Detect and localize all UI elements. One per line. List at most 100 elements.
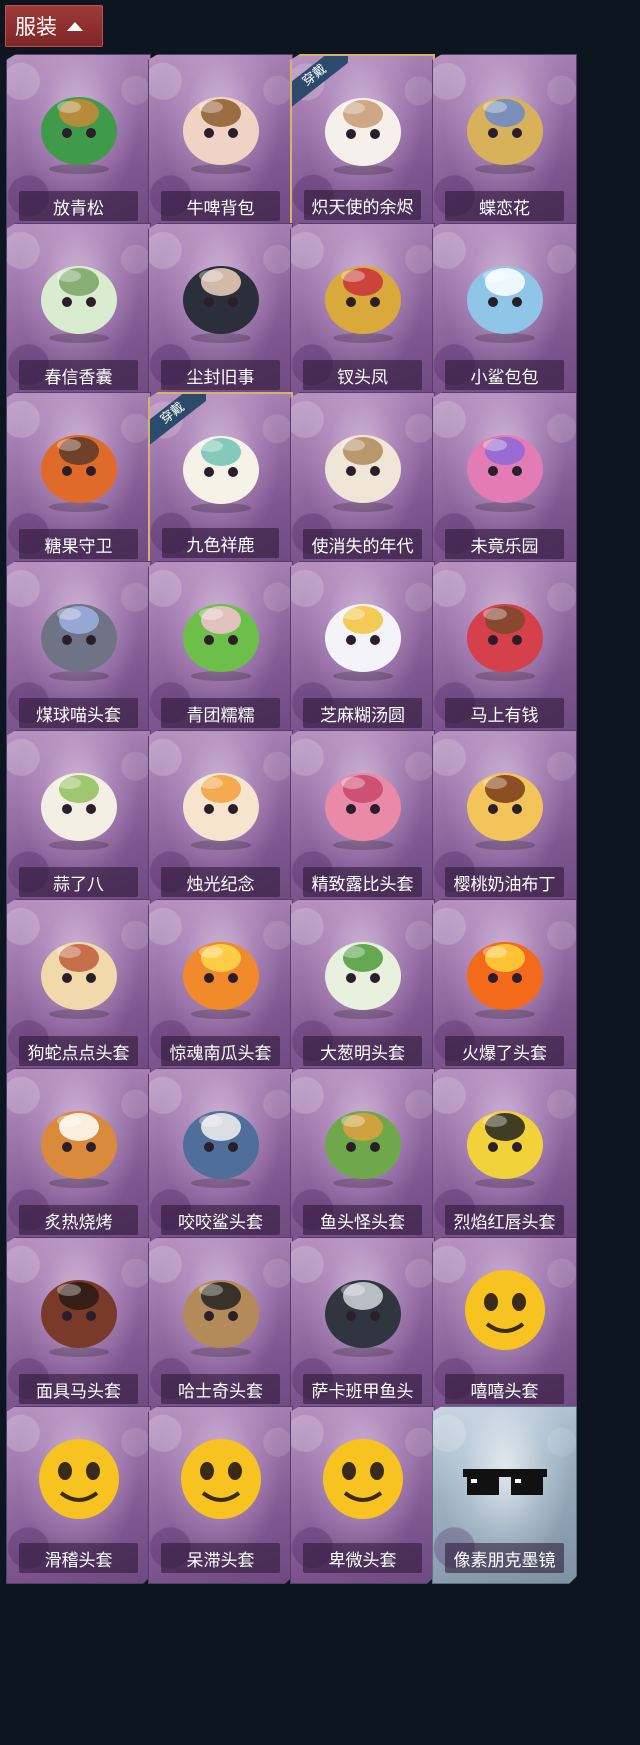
item-card[interactable]: 九色祥鹿 穿戴 — [148, 392, 293, 570]
item-card[interactable]: 未竟乐园 — [432, 392, 577, 570]
item-name: 像素朋克墨镜 — [453, 1550, 556, 1571]
cow-beer-mug-icon — [171, 69, 271, 179]
pudding-head-icon — [455, 745, 555, 855]
phoenix-crown-doll-icon — [313, 238, 413, 348]
horse-mask-icon — [29, 1252, 129, 1362]
item-card[interactable]: 炙热烧烤 — [6, 1068, 151, 1246]
dazed-emoji-head-icon — [171, 1421, 271, 1531]
item-card[interactable]: 咬咬鲨头套 — [148, 1068, 293, 1246]
item-name: 呆滞头套 — [186, 1550, 255, 1571]
item-card[interactable]: 卑微头套 — [290, 1406, 435, 1584]
item-name: 青团糯糯 — [186, 705, 255, 726]
item-card[interactable]: 尘封旧事 — [148, 223, 293, 401]
item-card[interactable]: 春信香囊 — [6, 223, 151, 401]
item-card[interactable]: 蒜了八 — [6, 730, 151, 908]
item-label-bar: 炙热烧烤 — [19, 1205, 138, 1235]
item-name: 糖果守卫 — [44, 536, 113, 557]
item-name: 钗头凤 — [337, 367, 388, 388]
item-name: 卑微头套 — [328, 1550, 397, 1571]
item-name: 小鲨包包 — [470, 367, 539, 388]
item-card[interactable]: 马上有钱 — [432, 561, 577, 739]
item-name: 使消失的年代 — [311, 536, 414, 557]
item-card[interactable]: 樱桃奶油布丁 — [432, 730, 577, 908]
item-name: 狗蛇点点头套 — [27, 1043, 130, 1064]
deer-charm-icon — [171, 408, 271, 518]
item-card[interactable]: 嘻嘻头套 — [432, 1237, 577, 1415]
item-label-bar: 炽天使的余烬 — [304, 190, 421, 220]
scallion-head-icon — [313, 914, 413, 1024]
item-label-bar: 像素朋克墨镜 — [445, 1543, 564, 1573]
grin-emoji-head-icon — [455, 1252, 555, 1362]
item-name: 九色祥鹿 — [186, 535, 255, 556]
item-name: 煤球喵头套 — [36, 705, 121, 726]
item-name: 大葱明头套 — [320, 1043, 405, 1064]
shark-bag-icon — [455, 238, 555, 348]
item-label-bar: 呆滞头套 — [161, 1543, 280, 1573]
item-name: 哈士奇头套 — [178, 1381, 263, 1402]
item-label-bar: 小鲨包包 — [445, 360, 564, 390]
item-name: 牛啤背包 — [186, 198, 255, 219]
item-card[interactable]: 小鲨包包 — [432, 223, 577, 401]
item-card[interactable]: 哈士奇头套 — [148, 1237, 293, 1415]
item-label-bar: 使消失的年代 — [303, 529, 422, 559]
fish-head-icon — [313, 1083, 413, 1193]
item-card[interactable]: 芝麻糊汤圆 — [290, 561, 435, 739]
item-card[interactable]: 放青松 — [6, 54, 151, 232]
item-name: 炙热烧烤 — [44, 1212, 113, 1233]
item-label-bar: 糖果守卫 — [19, 529, 138, 559]
item-grid: 放青松 牛啤背包 炽天使的余烬 穿戴 蝶恋花 春信香囊 尘封旧事 钗头凤 小鲨包… — [0, 0, 640, 1745]
item-card[interactable]: 使消失的年代 — [290, 392, 435, 570]
chibi-gentleman-icon — [171, 238, 271, 348]
item-card[interactable]: 大葱明头套 — [290, 899, 435, 1077]
item-label-bar: 鱼头怪头套 — [303, 1205, 422, 1235]
item-label-bar: 樱桃奶油布丁 — [445, 867, 564, 897]
item-name: 放青松 — [53, 198, 104, 219]
item-card[interactable]: 钗头凤 — [290, 223, 435, 401]
item-name: 尘封旧事 — [186, 367, 255, 388]
item-card[interactable]: 滑稽头套 — [6, 1406, 151, 1584]
item-card[interactable]: 炽天使的余烬 穿戴 — [290, 54, 435, 232]
item-name: 滑稽头套 — [44, 1550, 113, 1571]
item-label-bar: 惊魂南瓜头套 — [161, 1036, 280, 1066]
sachet-pouch-icon — [29, 238, 129, 348]
veiled-doll-icon — [313, 407, 413, 517]
item-label-bar: 春信香囊 — [19, 360, 138, 390]
item-card[interactable]: 鱼头怪头套 — [290, 1068, 435, 1246]
item-label-bar: 芝麻糊汤圆 — [303, 698, 422, 728]
item-name: 炽天使的余烬 — [311, 197, 414, 218]
item-card[interactable]: 呆滞头套 — [148, 1406, 293, 1584]
candle-head-icon — [171, 745, 271, 855]
item-card[interactable]: 烈焰红唇头套 — [432, 1068, 577, 1246]
humble-emoji-head-icon — [313, 1421, 413, 1531]
item-card[interactable]: 面具马头套 — [6, 1237, 151, 1415]
item-label-bar: 滑稽头套 — [19, 1543, 138, 1573]
item-card[interactable]: 煤球喵头套 — [6, 561, 151, 739]
item-card[interactable]: 火爆了头套 — [432, 899, 577, 1077]
item-card[interactable]: 烛光纪念 — [148, 730, 293, 908]
red-horse-head-icon — [455, 576, 555, 686]
armored-fish-head-icon — [313, 1252, 413, 1362]
item-card[interactable]: 萨卡班甲鱼头 — [290, 1237, 435, 1415]
item-card[interactable]: 蝶恋花 — [432, 54, 577, 232]
item-card[interactable]: 糖果守卫 — [6, 392, 151, 570]
grilled-meat-head-icon — [29, 1083, 129, 1193]
snake-dog-head-icon — [29, 914, 129, 1024]
item-card[interactable]: 像素朋克墨镜 — [432, 1406, 577, 1584]
item-name: 鱼头怪头套 — [320, 1212, 405, 1233]
floral-ornament-icon — [455, 69, 555, 179]
item-label-bar: 马上有钱 — [445, 698, 564, 728]
item-name: 咬咬鲨头套 — [178, 1212, 263, 1233]
item-card[interactable]: 惊魂南瓜头套 — [148, 899, 293, 1077]
item-card[interactable]: 青团糯糯 — [148, 561, 293, 739]
item-name: 面具马头套 — [36, 1381, 121, 1402]
item-card[interactable]: 牛啤背包 — [148, 54, 293, 232]
item-label-bar: 九色祥鹿 — [162, 528, 279, 558]
pink-beaver-head-icon — [313, 745, 413, 855]
item-label-bar: 嘻嘻头套 — [445, 1374, 564, 1404]
item-card[interactable]: 精致露比头套 — [290, 730, 435, 908]
item-name: 蒜了八 — [53, 874, 104, 895]
item-label-bar: 卑微头套 — [303, 1543, 422, 1573]
item-card[interactable]: 狗蛇点点头套 — [6, 899, 151, 1077]
item-label-bar: 烈焰红唇头套 — [445, 1205, 564, 1235]
item-name: 芝麻糊汤圆 — [320, 705, 405, 726]
